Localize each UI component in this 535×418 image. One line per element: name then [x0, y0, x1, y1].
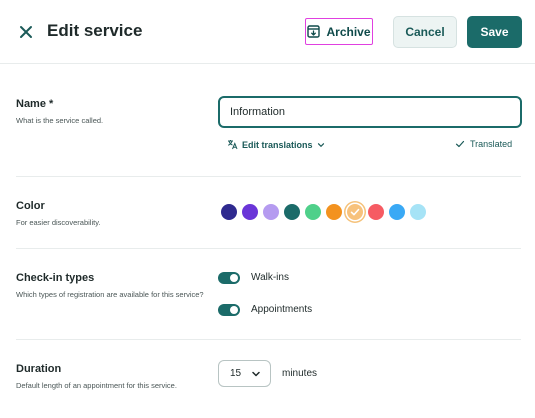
archive-button-label: Archive	[326, 24, 371, 39]
color-swatch[interactable]	[221, 204, 237, 220]
translate-icon	[227, 140, 238, 150]
duration-unit: minutes	[282, 368, 318, 379]
color-swatch[interactable]	[284, 204, 300, 220]
color-swatch[interactable]	[347, 204, 363, 220]
color-swatch[interactable]	[242, 204, 258, 220]
color-swatch[interactable]	[263, 204, 279, 220]
save-button[interactable]: Save	[467, 16, 522, 48]
edit-translations-label: Edit translations	[242, 139, 313, 150]
close-icon	[20, 26, 32, 38]
color-description: For easier discoverability.	[16, 218, 101, 227]
color-swatch[interactable]	[389, 204, 405, 220]
cancel-button[interactable]: Cancel	[393, 16, 457, 48]
translated-label: Translated	[470, 139, 513, 149]
archive-icon	[307, 25, 321, 38]
divider	[16, 248, 521, 249]
duration-value: 15	[230, 368, 242, 379]
name-label: Name *	[16, 98, 54, 110]
color-swatch[interactable]	[305, 204, 321, 220]
duration-description: Default length of an appointment for thi…	[16, 381, 177, 390]
archive-button[interactable]: Archive	[305, 18, 373, 45]
check-icon	[455, 140, 465, 148]
walk-ins-toggle[interactable]	[218, 272, 240, 284]
check-icon	[350, 208, 360, 216]
checkin-description: Which types of registration are availabl…	[16, 290, 204, 299]
name-description: What is the service called.	[16, 116, 104, 125]
checkin-label: Check-in types	[16, 272, 95, 284]
page-header: Edit service Archive Cancel Save	[0, 0, 535, 64]
chevron-down-icon	[317, 142, 324, 147]
divider	[16, 176, 521, 177]
edit-translations-button[interactable]: Edit translations	[227, 139, 325, 150]
chevron-down-icon	[252, 371, 260, 376]
close-button[interactable]	[16, 22, 36, 42]
appointments-toggle[interactable]	[218, 304, 240, 316]
appointments-label: Appointments	[251, 304, 313, 315]
color-swatches	[221, 204, 426, 220]
duration-label: Duration	[16, 363, 62, 375]
page-title: Edit service	[47, 21, 143, 40]
divider	[16, 339, 521, 340]
duration-select[interactable]: 15	[218, 360, 271, 387]
walk-ins-label: Walk-ins	[251, 272, 289, 283]
color-swatch[interactable]	[368, 204, 384, 220]
color-swatch[interactable]	[410, 204, 426, 220]
name-input[interactable]	[218, 96, 522, 128]
color-label: Color	[16, 200, 45, 212]
translated-status: Translated	[455, 139, 512, 149]
color-swatch[interactable]	[326, 204, 342, 220]
